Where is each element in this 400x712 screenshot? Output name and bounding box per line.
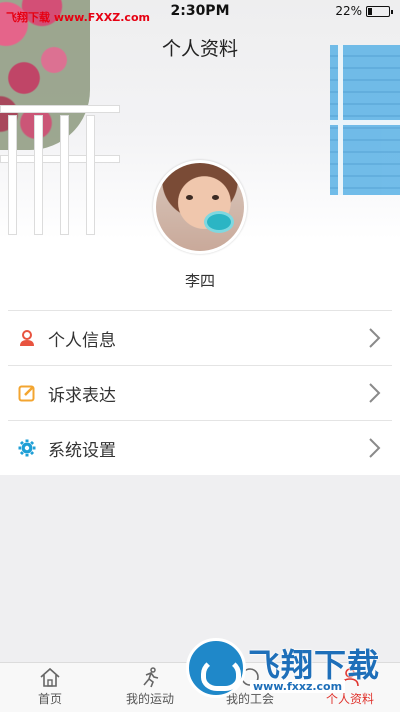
runner-icon xyxy=(143,667,159,688)
app-screen: 飞翔下载 www.FXXZ.com 2:30PM 22% 个人资料 李四 个人信… xyxy=(0,0,400,712)
avatar-photo xyxy=(156,163,244,251)
tab-home[interactable]: 首页 xyxy=(0,663,100,712)
fence-decoration xyxy=(0,95,120,235)
edit-icon xyxy=(17,383,37,403)
menu-item-label: 个人信息 xyxy=(48,330,116,351)
person-icon xyxy=(17,328,37,348)
window-shutter-decoration xyxy=(330,45,400,195)
brand-url: www.fxxz.com xyxy=(250,680,346,693)
home-icon xyxy=(40,667,60,687)
brand-watermark: 飞翔下载 www.fxxz.com xyxy=(186,634,391,704)
menu-item-settings[interactable]: 系统设置 xyxy=(8,420,392,475)
battery-indicator: 22% xyxy=(335,4,393,18)
avatar[interactable] xyxy=(153,160,247,254)
tab-my-sports[interactable]: 我的运动 xyxy=(100,663,200,712)
chevron-right-icon xyxy=(369,328,381,348)
menu-item-personal-info[interactable]: 个人信息 xyxy=(8,310,392,365)
menu-item-label: 诉求表达 xyxy=(48,385,116,406)
battery-percent: 22% xyxy=(335,4,362,18)
profile-menu: 个人信息 诉求表达 系统设置 xyxy=(0,310,400,475)
battery-icon xyxy=(366,5,393,17)
gear-icon xyxy=(17,438,37,458)
menu-item-appeal[interactable]: 诉求表达 xyxy=(8,365,392,420)
brand-logo-icon xyxy=(186,638,246,698)
tab-label: 首页 xyxy=(37,692,62,706)
page-title: 个人资料 xyxy=(161,38,238,60)
tab-label: 我的运动 xyxy=(125,692,174,706)
user-name: 李四 xyxy=(184,272,215,290)
menu-item-label: 系统设置 xyxy=(48,440,116,461)
chevron-right-icon xyxy=(369,438,381,458)
chevron-right-icon xyxy=(369,383,381,403)
